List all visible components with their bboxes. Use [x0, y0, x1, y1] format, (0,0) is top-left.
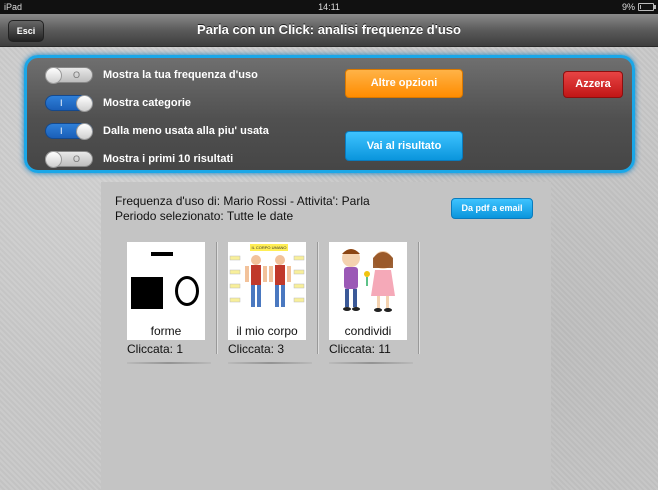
option-top-10: O Mostra i primi 10 risultati [45, 151, 234, 168]
toggle-top-10[interactable]: O [45, 151, 93, 168]
report-period: Periodo selezionato: Tutte le date [115, 209, 294, 223]
battery-percent: 9% [621, 2, 635, 12]
card-divider [418, 242, 419, 354]
report-info: Frequenza d'uso di: Mario Rossi - Attivi… [115, 194, 370, 224]
body-figures [229, 255, 305, 307]
card-underline [329, 362, 413, 364]
toggle-knob [76, 95, 93, 112]
option-label: Mostra la tua frequenza d'uso [103, 69, 258, 81]
toggle-knob [76, 123, 93, 140]
pdf-email-button[interactable]: Da pdf a email [451, 198, 533, 219]
body-icon: IL CORPO UMANO il mio corpo [228, 242, 306, 340]
sharing-figures [342, 249, 395, 312]
shapes-icon: forme [127, 242, 205, 340]
report-user-activity: Frequenza d'uso di: Mario Rossi - Attivi… [115, 194, 370, 208]
card-caption: il mio corpo [236, 324, 298, 338]
battery-level [640, 5, 641, 9]
page-title: Parla con un Click: analisi frequenze d'… [197, 22, 461, 37]
click-count: Cliccata: 1 [127, 342, 184, 356]
option-label: Mostra i primi 10 risultati [103, 153, 234, 165]
click-count: Cliccata: 3 [228, 342, 285, 356]
result-card-forme[interactable]: forme Cliccata: 1 [127, 242, 211, 364]
toggle-on-mark: I [60, 126, 63, 136]
card-underline [127, 362, 211, 364]
battery-indicator: 9% [621, 0, 656, 14]
card-divider [317, 242, 318, 354]
status-bar: iPad 14:11 9% [0, 0, 658, 14]
toggle-sort-order[interactable]: I [45, 123, 93, 140]
card-caption: condividi [344, 324, 392, 338]
option-sort-order: I Dalla meno usata alla piu' usata [45, 123, 269, 140]
toggle-on-mark: I [60, 98, 63, 108]
status-time: 14:11 [318, 2, 340, 12]
results-area: Frequenza d'uso di: Mario Rossi - Attivi… [101, 182, 551, 490]
card-underline [228, 362, 312, 364]
option-usage-frequency: O Mostra la tua frequenza d'uso [45, 67, 258, 84]
card-divider [216, 242, 217, 354]
result-card-il-mio-corpo[interactable]: IL CORPO UMANO il mio corpo Cliccata: 3 [228, 242, 312, 364]
toggle-usage-frequency[interactable]: O [45, 67, 93, 84]
go-to-result-button[interactable]: Vai al risultato [345, 131, 463, 161]
toggle-off-mark: O [72, 154, 80, 164]
toggle-knob [45, 67, 62, 84]
toggle-categories[interactable]: I [45, 95, 93, 112]
option-label: Mostra categorie [103, 97, 192, 109]
click-count: Cliccata: 11 [329, 342, 391, 356]
options-panel: O Mostra la tua frequenza d'uso I Mostra… [24, 55, 635, 173]
more-options-button[interactable]: Altre opzioni [345, 69, 463, 98]
option-label: Dalla meno usata alla piu' usata [103, 125, 269, 137]
battery-icon [638, 3, 656, 11]
result-card-condividi[interactable]: condividi Cliccata: 11 [329, 242, 413, 364]
card-caption: forme [150, 324, 182, 338]
option-categories: I Mostra categorie [45, 95, 192, 112]
sharing-icon: condividi [329, 242, 407, 340]
toggle-knob [45, 151, 62, 168]
toggle-off-mark: O [72, 70, 80, 80]
reset-button[interactable]: Azzera [563, 71, 623, 98]
navigation-bar: Esci Parla con un Click: analisi frequen… [0, 14, 658, 47]
